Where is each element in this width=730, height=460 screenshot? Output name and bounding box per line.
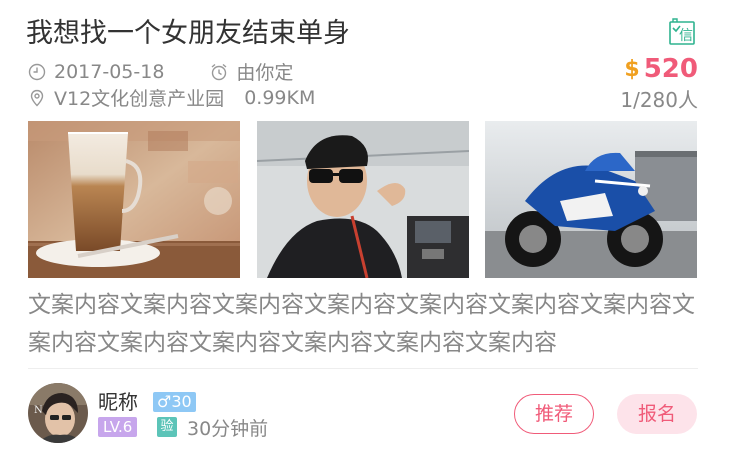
- photo-gallery: [28, 121, 698, 278]
- avatar[interactable]: N: [28, 383, 88, 443]
- alarm-icon: [210, 63, 228, 81]
- distance-text: 0.99KM: [244, 86, 316, 109]
- motorcycle-photo[interactable]: [485, 121, 697, 278]
- post-time-ago: 30分钟前: [187, 418, 269, 440]
- level-badge: LV.6: [98, 417, 138, 437]
- post-date: 2017-05-18: [54, 60, 165, 83]
- gender-age-badge: ♂30: [153, 392, 196, 412]
- clock-icon: [28, 63, 46, 81]
- divider: [28, 368, 698, 369]
- payer-text: 由你定: [236, 62, 294, 84]
- certificate-icon: 信: [668, 18, 696, 46]
- participant-quota: 1/280人: [620, 88, 698, 112]
- location-pin-icon: [28, 89, 46, 107]
- user-nickname[interactable]: 昵称: [98, 386, 138, 415]
- signup-button[interactable]: 报名: [617, 394, 697, 434]
- dollar-icon: $: [624, 56, 640, 82]
- svg-text:信: 信: [679, 28, 693, 44]
- meta-row-location: V12文化创意产业园 0.99KM: [28, 84, 315, 111]
- user-age: 30: [171, 392, 192, 411]
- svg-text:N: N: [34, 405, 43, 416]
- meta-row-time: 2017-05-18 由你定: [28, 58, 293, 85]
- location-text: V12文化创意产业园: [54, 88, 225, 110]
- recommend-button[interactable]: 推荐: [514, 394, 594, 434]
- man-in-car-photo[interactable]: [257, 121, 469, 278]
- activity-card[interactable]: 我想找一个女朋友结束单身 信 2017-05-18 由你定 V12文化创意产业园…: [0, 0, 730, 460]
- post-description: 文案内容文案内容文案内容文案内容文案内容文案内容文案内容文案内容文案内容文案内容…: [28, 292, 695, 356]
- price-value: 520: [643, 54, 698, 84]
- latte-photo[interactable]: [28, 121, 240, 278]
- verified-badge: 验: [157, 417, 177, 437]
- post-title: 我想找一个女朋友结束单身: [26, 18, 350, 49]
- price: $ 520: [624, 54, 698, 84]
- male-icon: ♂: [157, 392, 172, 411]
